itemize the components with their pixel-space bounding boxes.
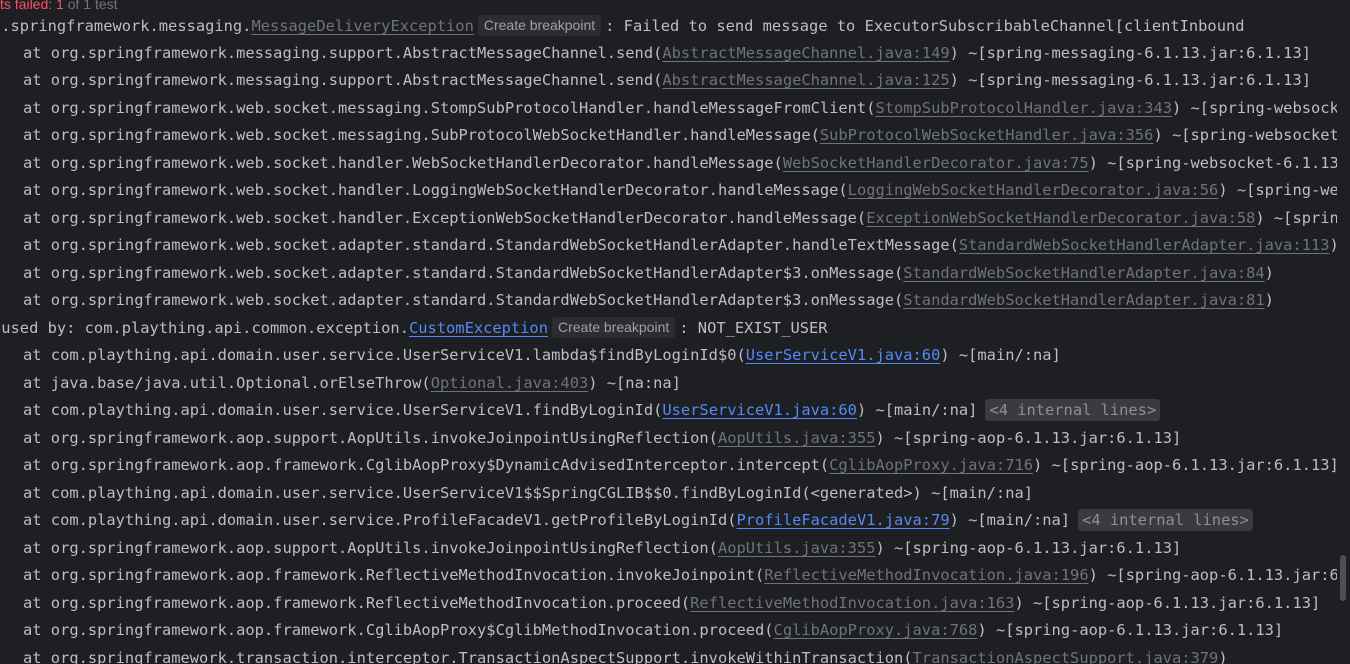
stack-frame: at org.springframework.web.socket.adapte… [23, 264, 1274, 282]
create-breakpoint-button[interactable]: Create breakpoint [477, 15, 602, 36]
caused-by-line: aused by: com.plaything.api.common.excep… [0, 317, 828, 338]
internal-lines-toggle[interactable]: <4 internal lines> [985, 399, 1161, 421]
tests-total-label: of 1 test [63, 0, 118, 12]
stack-frame: at org.springframework.web.socket.handle… [23, 154, 1337, 172]
stack-frame: at org.springframework.aop.framework.Ref… [23, 594, 1321, 612]
source-link[interactable]: SubProtocolWebSocketHandler.java:356 [820, 126, 1154, 144]
stack-frame: at com.plaything.api.domain.user.service… [0, 507, 1253, 534]
exception-line: g.springframework.messaging.MessageDeliv… [0, 15, 1245, 36]
stack-frame: at com.plaything.api.domain.user.service… [0, 397, 1161, 424]
stack-frame: at org.springframework.web.socket.handle… [23, 209, 1337, 227]
internal-lines-toggle[interactable]: <4 internal lines> [1078, 509, 1253, 531]
vertical-scrollbar[interactable] [1338, 0, 1349, 664]
source-link[interactable]: StandardWebSocketHandlerAdapter.java:113 [959, 236, 1330, 254]
source-link[interactable]: UserServiceV1.java:60 [746, 346, 941, 364]
stack-frame: at com.plaything.api.domain.user.service… [23, 346, 1061, 364]
source-link[interactable]: ExceptionWebSocketHandlerDecorator.java:… [866, 209, 1255, 227]
scrollbar-thumb[interactable] [1340, 555, 1346, 601]
stack-frame: at org.springframework.web.socket.messag… [23, 99, 1337, 117]
source-link[interactable]: AbstractMessageChannel.java:149 [662, 44, 949, 62]
source-link[interactable]: AbstractMessageChannel.java:125 [662, 71, 949, 89]
stack-frame: at org.springframework.aop.support.AopUt… [23, 429, 1182, 447]
source-link[interactable]: CglibAopProxy.java:716 [829, 456, 1033, 474]
source-link[interactable]: ReflectiveMethodInvocation.java:163 [690, 594, 1014, 612]
stack-frame: at org.springframework.messaging.support… [23, 44, 1311, 62]
exception-class-link[interactable]: MessageDeliveryException [251, 17, 473, 35]
stack-frame: at org.springframework.aop.framework.Cgl… [23, 456, 1337, 474]
stack-frame: at org.springframework.aop.framework.Cgl… [23, 621, 1284, 639]
stack-frame: at org.springframework.aop.framework.Ref… [23, 566, 1337, 584]
stack-frame: at org.springframework.web.socket.adapte… [23, 291, 1274, 309]
test-status: ts failed: 1 of 1 test [0, 0, 122, 16]
stack-frame: at org.springframework.web.socket.handle… [23, 181, 1337, 199]
stack-frame: at org.springframework.web.socket.adapte… [23, 236, 1337, 254]
tests-failed-label: ts failed: 1 [0, 0, 64, 12]
source-link[interactable]: TransactionAspectSupport.java:379 [913, 649, 1219, 664]
stack-frame: at org.springframework.web.socket.messag… [23, 126, 1337, 144]
create-breakpoint-button[interactable]: Create breakpoint [551, 317, 676, 338]
source-link[interactable]: StandardWebSocketHandlerAdapter.java:84 [903, 264, 1264, 282]
source-link[interactable]: ReflectiveMethodInvocation.java:196 [764, 566, 1088, 584]
stack-frame: at org.springframework.transaction.inter… [0, 645, 1228, 664]
stack-frame: at java.base/java.util.Optional.orElseTh… [23, 374, 681, 392]
source-link[interactable]: StompSubProtocolHandler.java:343 [875, 99, 1172, 117]
source-link[interactable]: AopUtils.java:355 [718, 429, 876, 447]
source-link[interactable]: StandardWebSocketHandlerAdapter.java:81 [903, 291, 1264, 309]
source-link[interactable]: LoggingWebSocketHandlerDecorator.java:56 [848, 181, 1219, 199]
exception-class-link[interactable]: CustomException [409, 319, 548, 337]
console-output[interactable]: g.springframework.messaging.MessageDeliv… [0, 0, 1337, 664]
source-link[interactable]: UserServiceV1.java:60 [662, 401, 857, 419]
stack-frame: at org.springframework.aop.support.AopUt… [23, 539, 1182, 557]
stack-frame: at com.plaything.api.domain.user.service… [23, 484, 1033, 502]
source-link[interactable]: CglibAopProxy.java:768 [774, 621, 978, 639]
stack-frame: at org.springframework.messaging.support… [23, 71, 1311, 89]
source-link[interactable]: Optional.java:403 [431, 374, 589, 392]
source-link[interactable]: WebSocketHandlerDecorator.java:75 [783, 154, 1089, 172]
source-link[interactable]: AopUtils.java:355 [718, 539, 876, 557]
source-link[interactable]: ProfileFacadeV1.java:79 [736, 511, 949, 529]
